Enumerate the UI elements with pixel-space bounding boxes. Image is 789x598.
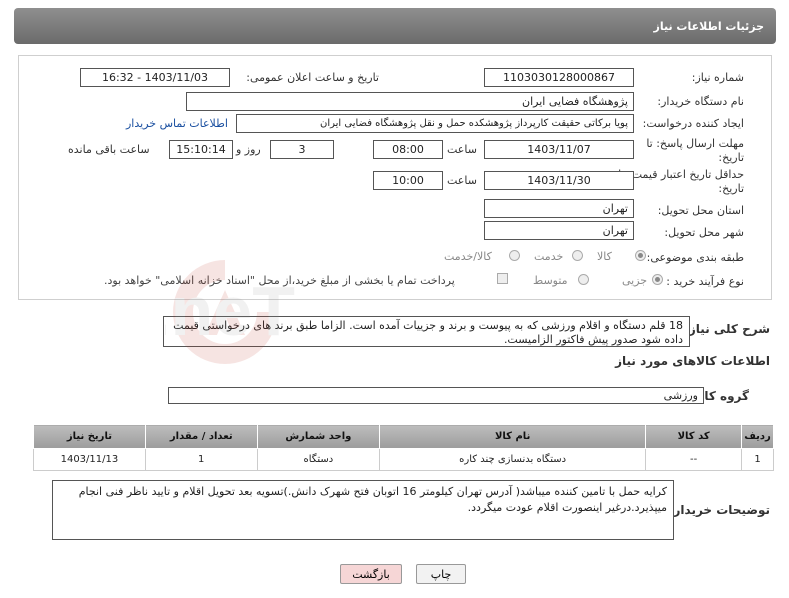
back-button[interactable]: بازگشت xyxy=(340,564,402,584)
cell-date: 1403/11/13 xyxy=(33,448,146,471)
category-radio-service[interactable] xyxy=(572,250,583,261)
goods-group-field: ورزشی xyxy=(168,387,704,404)
buyer-notes-label: توضیحات خریدار: xyxy=(668,503,770,517)
process-radio-medium[interactable] xyxy=(578,274,589,285)
goods-table: ردیف کد کالا نام کالا واحد شمارش تعداد /… xyxy=(33,424,774,471)
page-title: جزئیات اطلاعات نیاز xyxy=(653,20,765,33)
time-remaining-field: 15:10:14 xyxy=(169,140,233,159)
city-field: تهران xyxy=(484,221,634,240)
col-row: ردیف xyxy=(741,424,774,449)
col-code: کد کالا xyxy=(645,424,743,449)
price-validity-date-field: 1403/11/30 xyxy=(484,171,634,190)
reply-deadline-label: مهلت ارسال پاسخ: تا xyxy=(646,137,744,150)
price-validity-label: حداقل تاریخ اعتبار قیمت: تا xyxy=(618,168,744,181)
price-validity-time-field: 10:00 xyxy=(373,171,443,190)
category-label: طبقه بندی موضوعی: xyxy=(646,251,744,264)
cell-row: 1 xyxy=(741,448,774,471)
description-label: شرح کلی نیاز: xyxy=(684,322,770,336)
print-button[interactable]: چاپ xyxy=(416,564,466,584)
process-radio-minor[interactable] xyxy=(652,274,663,285)
category-option-goods-service: کالا/خدمت xyxy=(444,250,492,263)
process-label: نوع فرآیند خرید : xyxy=(666,275,744,288)
cell-code: -- xyxy=(645,448,743,471)
reply-deadline-label-date: تاریخ: xyxy=(718,151,744,164)
days-label: روز و xyxy=(236,143,261,156)
buyer-org-label: نام دستگاه خریدار: xyxy=(657,95,744,108)
buyer-notes-field: کرایه حمل با تامین کننده میباشد( آدرس ته… xyxy=(52,480,674,540)
col-unit: واحد شمارش xyxy=(256,424,381,449)
announce-datetime-field: 1403/11/03 - 16:32 xyxy=(80,68,230,87)
cell-quantity: 1 xyxy=(144,448,258,471)
reply-deadline-time-field: 08:00 xyxy=(373,140,443,159)
cell-name: دستگاه بدنسازی چند کاره xyxy=(379,448,647,471)
price-validity-label-date: تاریخ: xyxy=(718,182,744,195)
province-label: استان محل تحویل: xyxy=(657,204,744,217)
category-radio-goods-service[interactable] xyxy=(509,250,520,261)
days-remaining-field: 3 xyxy=(270,140,334,159)
price-validity-time-label: ساعت xyxy=(447,174,477,187)
province-field: تهران xyxy=(484,199,634,218)
col-name: نام کالا xyxy=(379,424,647,449)
time-remaining-label: ساعت باقی مانده xyxy=(68,143,150,156)
page-header: جزئیات اطلاعات نیاز xyxy=(14,8,776,44)
requester-field: پویا برکاتی حقیقت کارپرداز پژوهشکده حمل … xyxy=(236,114,634,133)
announce-datetime-label: تاریخ و ساعت اعلان عمومی: xyxy=(246,71,379,84)
buyer-contact-link[interactable]: اطلاعات تماس خریدار xyxy=(126,117,228,130)
col-quantity: تعداد / مقدار xyxy=(144,424,258,449)
col-date: تاریخ نیاز xyxy=(33,424,146,449)
reply-deadline-time-label: ساعت xyxy=(447,143,477,156)
category-option-service: خدمت xyxy=(534,250,564,263)
requester-label: ایجاد کننده درخواست: xyxy=(642,117,744,130)
goods-info-title: اطلاعات کالاهای مورد نیاز xyxy=(615,354,770,368)
buyer-org-field: پژوهشگاه فضایی ایران xyxy=(186,92,634,111)
category-radio-goods[interactable] xyxy=(635,250,646,261)
city-label: شهر محل تحویل: xyxy=(664,226,744,239)
table-row: 1 -- دستگاه بدنسازی چند کاره دستگاه 1 14… xyxy=(33,448,774,471)
process-option-medium: متوسط xyxy=(533,274,568,287)
treasury-checkbox[interactable] xyxy=(497,273,508,284)
goods-table-header: ردیف کد کالا نام کالا واحد شمارش تعداد /… xyxy=(33,424,774,449)
description-field: 18 قلم دستگاه و اقلام ورزشی که به پیوست … xyxy=(163,316,690,347)
treasury-note: پرداخت تمام یا بخشی از مبلغ خرید،از محل … xyxy=(104,274,455,287)
need-number-field: 1103030128000867 xyxy=(484,68,634,87)
category-option-goods: کالا xyxy=(597,250,612,263)
cell-unit: دستگاه xyxy=(256,448,381,471)
need-number-label: شماره نیاز: xyxy=(691,71,744,84)
process-option-minor: جزیی xyxy=(622,274,648,287)
reply-deadline-date-field: 1403/11/07 xyxy=(484,140,634,159)
